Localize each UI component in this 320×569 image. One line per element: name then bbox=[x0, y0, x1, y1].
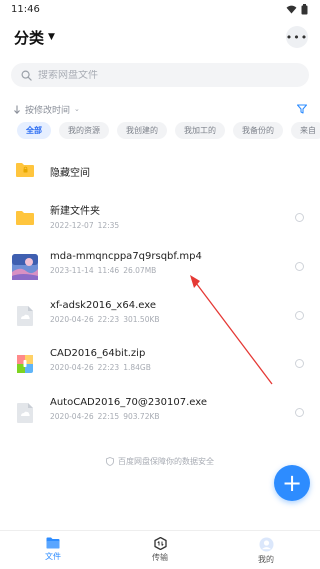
file-icon bbox=[46, 537, 60, 549]
list-item[interactable]: AutoCAD2016_70@230107.exe 2020-04-26 22:1… bbox=[0, 393, 320, 433]
select-radio[interactable] bbox=[295, 359, 304, 368]
list-item[interactable]: 新建文件夹 2022-12-07 12:35 bbox=[0, 198, 320, 238]
file-time: 22:23 bbox=[97, 363, 120, 372]
list-item[interactable]: 隐藏空间 bbox=[0, 150, 320, 190]
status-time: 11:46 bbox=[11, 3, 40, 15]
chevron-down-icon: ⌄ bbox=[74, 105, 80, 113]
exe-file-icon bbox=[13, 401, 37, 425]
select-radio[interactable] bbox=[295, 213, 304, 222]
filter-icon[interactable] bbox=[297, 104, 307, 114]
nav-label: 我的 bbox=[258, 555, 274, 564]
shield-icon bbox=[106, 457, 114, 466]
chip-my-processed[interactable]: 我加工的 bbox=[175, 122, 225, 139]
file-size: 26.07MB bbox=[123, 266, 157, 275]
filter-chips: 全部 我的资源 我创建的 我加工的 我备份的 来自 bbox=[17, 122, 320, 140]
chip-my-backup[interactable]: 我备份的 bbox=[233, 122, 283, 139]
file-name: xf-adsk2016_x64.exe bbox=[50, 300, 156, 311]
more-button[interactable]: ••• bbox=[286, 26, 308, 48]
chip-my-resources[interactable]: 我的资源 bbox=[59, 122, 109, 139]
category-title-dropdown[interactable]: 分类 ▼ bbox=[14, 27, 55, 48]
file-time: 12:35 bbox=[97, 221, 120, 230]
file-name: mda-mmqncppa7q9rsqbf.mp4 bbox=[50, 251, 202, 262]
caret-down-icon: ▼ bbox=[48, 32, 55, 42]
nav-transfer[interactable]: 传输 bbox=[140, 537, 180, 563]
file-meta: 2020-04-26 22:23 1.84GB bbox=[50, 363, 285, 372]
file-size: 1.84GB bbox=[123, 363, 151, 372]
exe-file-icon bbox=[13, 304, 37, 328]
nav-me[interactable]: 我的 bbox=[246, 537, 286, 565]
zip-file-icon bbox=[13, 352, 37, 376]
plus-icon: + bbox=[281, 469, 303, 497]
add-button[interactable]: + bbox=[274, 465, 310, 501]
nav-label: 传输 bbox=[152, 553, 168, 562]
sort-arrow-icon bbox=[14, 105, 20, 114]
select-radio[interactable] bbox=[295, 311, 304, 320]
select-radio[interactable] bbox=[295, 262, 304, 271]
file-size: 301.50KB bbox=[123, 315, 160, 324]
folder-icon bbox=[13, 206, 37, 230]
search-bar[interactable] bbox=[11, 63, 309, 87]
avatar-icon bbox=[259, 537, 273, 552]
transfer-icon bbox=[153, 537, 167, 550]
file-name: 新建文件夹 bbox=[50, 206, 100, 217]
list-item[interactable]: mda-mmqncppa7q9rsqbf.mp4 2023-11-14 11:46… bbox=[0, 247, 320, 287]
chip-all[interactable]: 全部 bbox=[17, 122, 51, 139]
file-meta: 2020-04-26 22:23 301.50KB bbox=[50, 315, 285, 324]
bottom-nav: 文件 传输 我的 bbox=[0, 530, 320, 569]
status-bar: 11:46 bbox=[0, 0, 320, 18]
file-time: 22:23 bbox=[97, 315, 120, 324]
chip-from[interactable]: 来自 bbox=[291, 122, 320, 139]
battery-icon bbox=[301, 3, 308, 14]
sort-label: 按修改时间 bbox=[25, 105, 71, 116]
page-title: 分类 bbox=[14, 28, 45, 47]
file-meta: 2023-11-14 11:46 26.07MB bbox=[50, 266, 285, 275]
security-note: 百度网盘保障你的数据安全 bbox=[0, 456, 320, 467]
file-date: 2020-04-26 bbox=[50, 412, 94, 421]
list-item[interactable]: xf-adsk2016_x64.exe 2020-04-26 22:23 301.5… bbox=[0, 296, 320, 336]
security-note-text: 百度网盘保障你的数据安全 bbox=[118, 457, 214, 466]
file-date: 2020-04-26 bbox=[50, 363, 94, 372]
file-date: 2023-11-14 bbox=[50, 266, 94, 275]
select-radio[interactable] bbox=[295, 408, 304, 417]
file-meta: 2020-04-26 22:15 903.72KB bbox=[50, 412, 285, 421]
video-thumbnail-icon bbox=[12, 254, 38, 280]
file-date: 2020-04-26 bbox=[50, 315, 94, 324]
chip-my-created[interactable]: 我创建的 bbox=[117, 122, 167, 139]
sort-row: 按修改时间 ⌄ bbox=[13, 102, 307, 116]
file-date: 2022-12-07 bbox=[50, 221, 94, 230]
file-time: 11:46 bbox=[97, 266, 120, 275]
header: 分类 ▼ ••• bbox=[0, 22, 320, 52]
file-name: AutoCAD2016_70@230107.exe bbox=[50, 397, 208, 408]
nav-files[interactable]: 文件 bbox=[33, 537, 73, 562]
file-meta: 2022-12-07 12:35 bbox=[50, 221, 285, 230]
file-size: 903.72KB bbox=[123, 412, 160, 421]
sort-selector[interactable]: 按修改时间 ⌄ bbox=[13, 103, 80, 116]
list-item[interactable]: CAD2016_64bit.zip 2020-04-26 22:23 1.84GB bbox=[0, 344, 320, 384]
nav-label: 文件 bbox=[45, 552, 61, 561]
file-name: CAD2016_64bit.zip bbox=[50, 348, 146, 359]
hidden-folder-icon bbox=[13, 158, 37, 182]
file-time: 22:15 bbox=[97, 412, 120, 421]
search-icon bbox=[21, 70, 32, 81]
file-name: 隐藏空间 bbox=[50, 168, 90, 179]
wifi-icon bbox=[286, 5, 297, 14]
more-dots-icon: ••• bbox=[285, 30, 309, 44]
search-input[interactable] bbox=[38, 69, 278, 81]
